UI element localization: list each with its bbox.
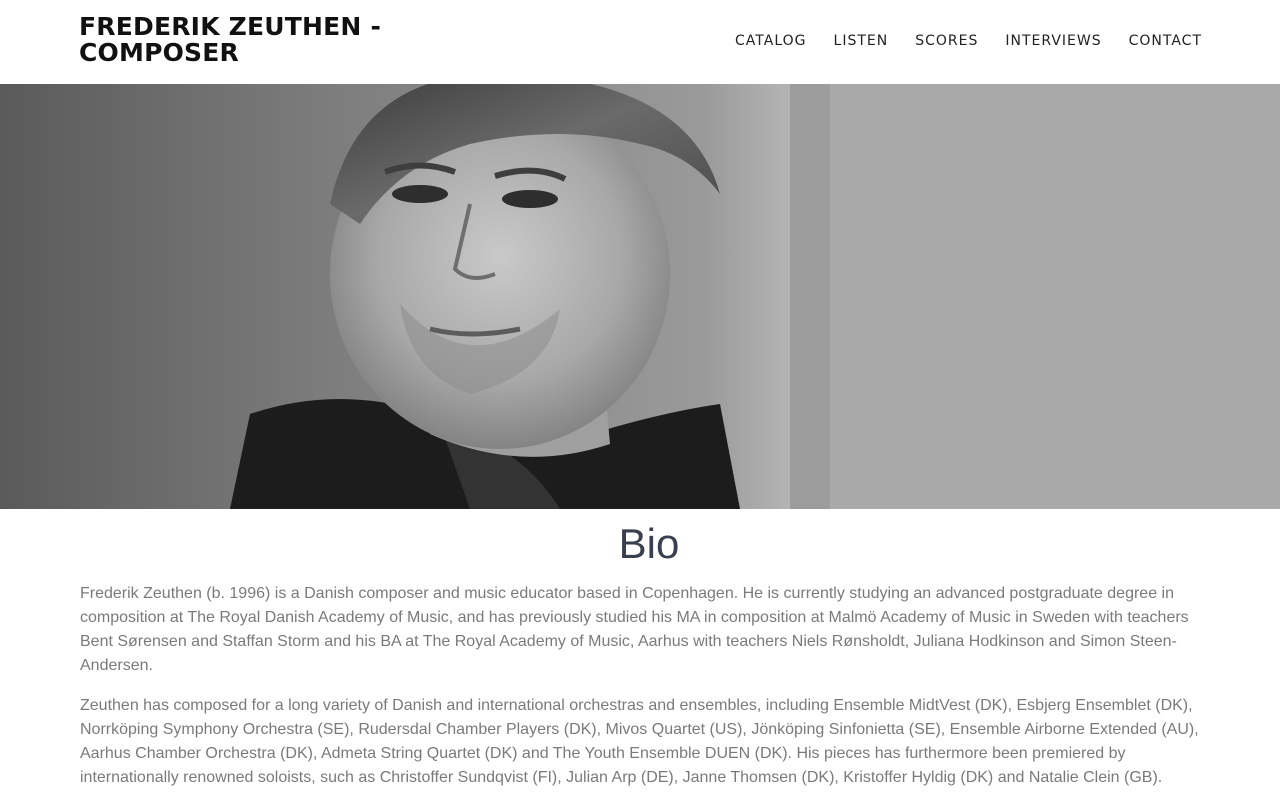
- nav-item-contact[interactable]: CONTACT: [1129, 31, 1202, 51]
- nav-item-listen[interactable]: LISTEN: [834, 31, 889, 51]
- site-title-line-1[interactable]: FREDERIK ZEUTHEN -: [79, 14, 399, 40]
- portrait-photo: [0, 84, 1280, 509]
- site-header: FREDERIK ZEUTHEN - COMPOSER CATALOG LIST…: [0, 0, 1280, 84]
- site-title[interactable]: FREDERIK ZEUTHEN - COMPOSER: [79, 14, 399, 66]
- bio-heading: Bio: [618, 520, 680, 567]
- nav-item-catalog[interactable]: CATALOG: [735, 31, 806, 51]
- bio-paragraph-2: Zeuthen has composed for a long variety …: [80, 697, 1199, 786]
- bio-paragraph-1: Frederik Zeuthen (b. 1996) is a Danish c…: [80, 585, 1189, 674]
- site-title-line-2[interactable]: COMPOSER: [79, 40, 399, 66]
- nav-item-scores[interactable]: SCORES: [915, 31, 978, 51]
- hero-banner: [0, 84, 1280, 509]
- nav-item-interviews[interactable]: INTERVIEWS: [1005, 31, 1101, 51]
- main-nav: CATALOG LISTEN SCORES INTERVIEWS CONTACT: [708, 31, 1202, 51]
